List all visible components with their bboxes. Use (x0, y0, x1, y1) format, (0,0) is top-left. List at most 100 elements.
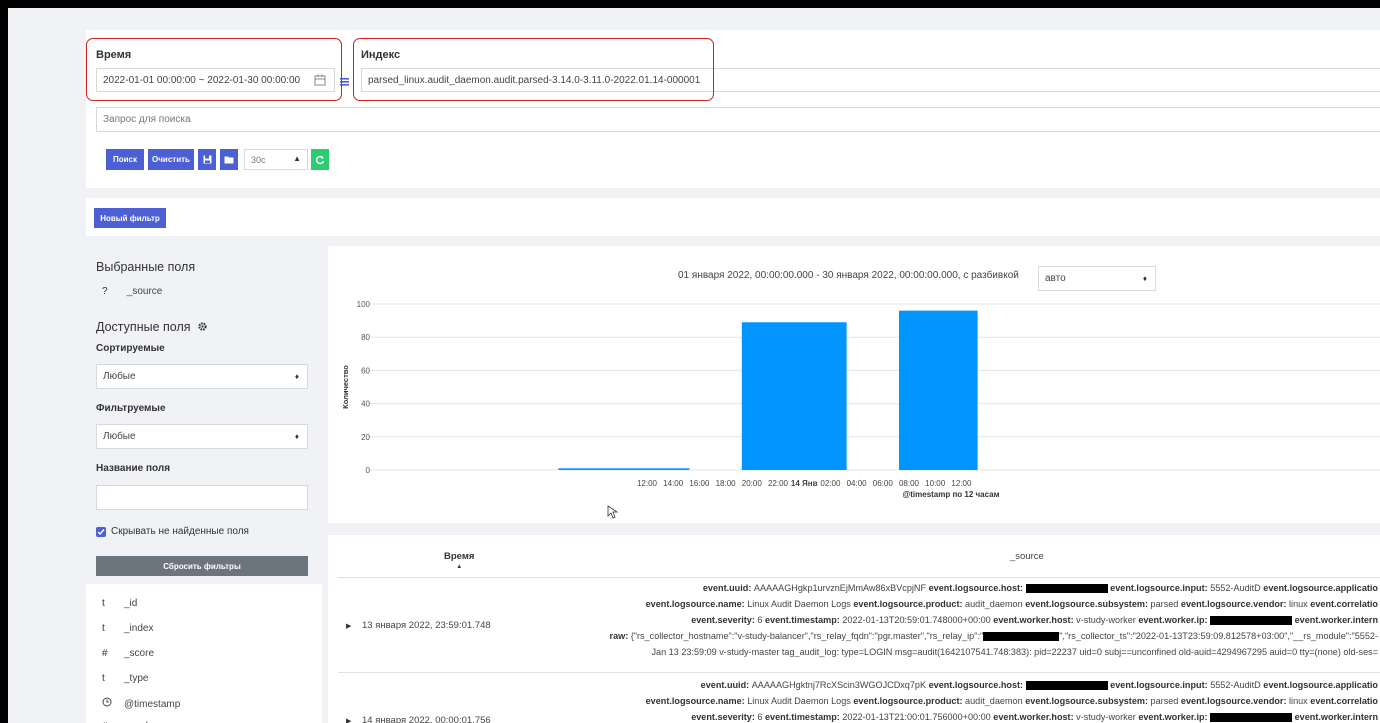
open-button[interactable] (220, 149, 238, 170)
source-key: event.logsource.input: (1110, 680, 1211, 690)
query-panel: Время 2022-01-01 00:00:00 ~ 2022-01-30 0… (86, 30, 1380, 188)
x-axis-title: @timestamp по 12 часам (902, 490, 999, 499)
selected-fields-title: Выбранные поля (96, 260, 196, 274)
floppy-icon (203, 155, 211, 164)
save-button[interactable] (198, 149, 216, 170)
x-tick-label: 18:00 (716, 479, 737, 488)
refresh-interval-value: 30с (251, 154, 266, 165)
new-filter-button[interactable]: Новый фильтр (94, 208, 166, 228)
field-name: _source (126, 286, 163, 297)
refresh-interval-select[interactable]: 30с ▲ (244, 149, 308, 170)
field-item[interactable]: @timestamp (102, 697, 180, 710)
checkbox-checked-icon[interactable] (96, 526, 106, 537)
x-tick-label: 10:00 (925, 479, 946, 488)
source-key: event.uuid: (702, 583, 754, 593)
app-frame: Время 2022-01-01 00:00:00 ~ 2022-01-30 0… (8, 8, 1380, 723)
source-key: event.logsource.product: (853, 696, 966, 706)
search-query-input[interactable]: Запрос для поиска (96, 107, 1380, 132)
source-key: event.timestamp: (765, 712, 843, 722)
clear-button[interactable]: Очистить (148, 149, 194, 170)
clock-icon (102, 697, 124, 710)
x-tick-label: 08:00 (899, 479, 920, 488)
field-item[interactable]: t _type (102, 673, 148, 684)
y-tick-label: 40 (361, 400, 370, 409)
sortable-select[interactable]: Любые ♦ (96, 364, 308, 389)
hide-missing-label: Скрывать не найденные поля (111, 526, 249, 537)
source-line: event.uuid: AAAAAGHgktnj7RcXScin3WGOJCDx… (700, 680, 1378, 691)
col-header-source: _source (1010, 551, 1044, 562)
source-line: event.logsource.name: Linux Audit Daemon… (645, 599, 1378, 609)
x-tick-label: 02:00 (820, 479, 841, 488)
source-key: event.severity: (691, 615, 758, 625)
filterable-select[interactable]: Любые ♦ (96, 424, 308, 449)
histogram-bar (558, 468, 690, 470)
select-arrows-icon: ▲ (293, 154, 301, 163)
source-key: event.logsource.vendor: (1180, 599, 1290, 609)
x-tick-label: 14:00 (663, 479, 684, 488)
col-header-time[interactable]: Время ▲ (444, 551, 474, 570)
x-tick-label: 12:00 (637, 479, 658, 488)
redacted-value (1025, 584, 1108, 594)
source-key: event.correlatio (1310, 599, 1378, 609)
row-time: 14 января 2022, 00:00:01.756 (362, 715, 491, 723)
sort-up-icon: ▲ (456, 564, 463, 570)
source-key: event.correlatio (1310, 696, 1378, 706)
source-key: event.logsource.name: (645, 599, 748, 609)
field-item[interactable]: # _score (102, 648, 154, 659)
redacted-value (1025, 681, 1108, 691)
folder-icon (224, 156, 234, 164)
x-tick-label: 04:00 (847, 479, 868, 488)
source-key: event.logsource.name: (645, 696, 748, 706)
highlight-index (353, 38, 714, 101)
documents-table: Время ▲ _source ▶ 13 января 2022, 23:59:… (328, 535, 1380, 723)
source-key: event.worker.intern (1294, 615, 1378, 625)
hide-missing-checkbox-row[interactable]: Скрывать не найденные поля (96, 526, 249, 537)
source-key: event.logsource.host: (928, 583, 1026, 593)
available-fields-title: Доступные поля (96, 320, 208, 334)
y-tick-label: 100 (357, 300, 371, 309)
y-tick-label: 20 (361, 433, 370, 442)
source-key: event.worker.host: (993, 712, 1077, 722)
field-item[interactable]: t _id (102, 598, 137, 609)
filter-bar: Новый фильтр (86, 198, 1380, 236)
y-axis-title: Количество (341, 365, 350, 409)
mouse-cursor-icon (607, 505, 619, 519)
source-key: event.worker.ip: (1138, 712, 1211, 722)
source-key: event.logsource.subsystem: (1025, 696, 1151, 706)
y-tick-label: 0 (366, 466, 371, 475)
refresh-icon (315, 155, 325, 164)
gear-icon[interactable] (197, 321, 208, 332)
selected-field-source[interactable]: ? _source (102, 286, 162, 297)
sidebar: Выбранные поля ? _source Доступные поля … (86, 246, 322, 723)
field-name-input[interactable] (96, 485, 308, 510)
highlight-time (86, 38, 342, 101)
redacted-value (1210, 616, 1293, 626)
select-arrows-icon: ♦ (294, 432, 299, 441)
auto-refresh-button[interactable] (311, 149, 329, 170)
source-key: event.logsource.host: (928, 680, 1026, 690)
source-line: event.logsource.name: Linux Audit Daemon… (645, 696, 1378, 706)
source-line: event.severity: 6 event.timestamp: 2022-… (691, 712, 1378, 723)
sortable-value: Любые (103, 371, 136, 382)
source-key: event.worker.intern (1294, 712, 1378, 722)
x-tick-label: 06:00 (873, 479, 894, 488)
filterable-value: Любые (103, 431, 136, 442)
expand-row-icon[interactable]: ▶ (346, 622, 351, 630)
expand-row-icon[interactable]: ▶ (346, 717, 351, 723)
source-key: event.worker.ip: (1138, 615, 1211, 625)
x-tick-label: 14 Янв (791, 479, 818, 488)
source-key: event.logsource.input: (1110, 583, 1211, 593)
field-type-unknown-icon: ? (102, 286, 108, 297)
field-name-label: Название поля (96, 463, 171, 474)
source-key: event.uuid: (700, 680, 752, 690)
source-line: event.severity: 6 event.timestamp: 2022-… (691, 615, 1378, 626)
source-line: Jan 13 23:59:09 v-study-master tag_audit… (651, 647, 1378, 657)
search-button[interactable]: Поиск (106, 149, 144, 170)
source-key: event.logsource.product: (853, 599, 966, 609)
redacted-value (983, 632, 1060, 642)
x-tick-label: 12:00 (951, 479, 972, 488)
field-item[interactable]: t _index (102, 623, 153, 634)
histogram-bar (741, 322, 847, 470)
search-placeholder: Запрос для поиска (103, 114, 191, 125)
reset-filters-button[interactable]: Сбросить фильтры (96, 556, 308, 576)
